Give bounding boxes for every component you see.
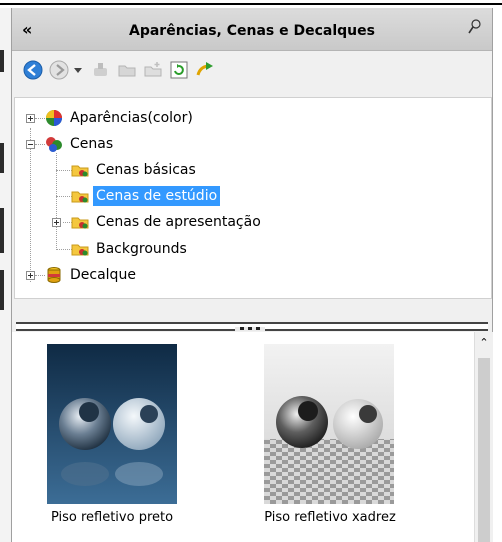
window-top-border: [0, 0, 502, 8]
dropdown-arrow-icon[interactable]: [72, 59, 84, 81]
scene-tree: Aparências(color) Cenas Cenas básicas Ce…: [14, 97, 492, 299]
new-folder-icon[interactable]: [142, 59, 164, 81]
decal-icon: [47, 267, 61, 283]
gallery-scrollbar[interactable]: ⌃: [474, 332, 493, 542]
appearances-panel: « Aparências, Cenas e Decalques Aparênci…: [11, 8, 493, 542]
folder-scene-icon: [71, 244, 89, 256]
tree-item-label: Backgrounds: [96, 241, 187, 257]
pin-icon[interactable]: [466, 18, 484, 36]
panel-titlebar: « Aparências, Cenas e Decalques: [12, 8, 492, 51]
scroll-up-icon[interactable]: ⌃: [475, 332, 493, 352]
expand-toggle-presentation[interactable]: [52, 218, 61, 227]
tree-item-label: Aparências(color): [70, 110, 193, 126]
tree-item-label: Cenas de apresentação: [96, 214, 261, 230]
panel-title: Aparências, Cenas e Decalques: [129, 23, 375, 39]
scenes-icon: [46, 137, 62, 152]
splitter[interactable]: [12, 320, 492, 332]
tree-item-label: Cenas: [70, 136, 114, 152]
folder-scene-icon: [71, 165, 89, 177]
forward-icon[interactable]: [48, 59, 70, 81]
upload-icon[interactable]: [194, 59, 216, 81]
tree-item-label: Decalque: [70, 267, 136, 283]
toolbar: [12, 51, 492, 91]
tree-item-label: Cenas de estúdio: [93, 186, 221, 206]
thumbnail-label: Piso refletivo xadrez: [264, 510, 396, 525]
thumbnail-checkered-reflective-floor[interactable]: [264, 344, 394, 504]
tool-icon[interactable]: [90, 59, 112, 81]
scrollbar-thumb[interactable]: [478, 358, 490, 542]
folder-scene-icon: [71, 217, 89, 229]
thumbnail-label: Piso refletivo preto: [50, 510, 174, 525]
scene-gallery: Piso refletivo preto Piso refletivo xadr…: [12, 332, 493, 542]
back-icon[interactable]: [22, 59, 44, 81]
splitter-grip-icon[interactable]: [235, 327, 265, 331]
folder-open-icon[interactable]: [116, 59, 138, 81]
tree-item-label: Cenas básicas: [96, 162, 196, 178]
right-edge: [493, 8, 502, 542]
folder-scene-icon: [71, 191, 89, 203]
collapse-toggle-scenes[interactable]: [26, 140, 35, 149]
left-edge: [0, 8, 11, 542]
refresh-icon[interactable]: [168, 59, 190, 81]
expand-toggle-appearances[interactable]: [26, 114, 35, 123]
thumbnail-black-reflective-floor[interactable]: [47, 344, 177, 504]
expand-toggle-decals[interactable]: [26, 271, 35, 280]
appearance-sphere-icon: [46, 110, 62, 126]
